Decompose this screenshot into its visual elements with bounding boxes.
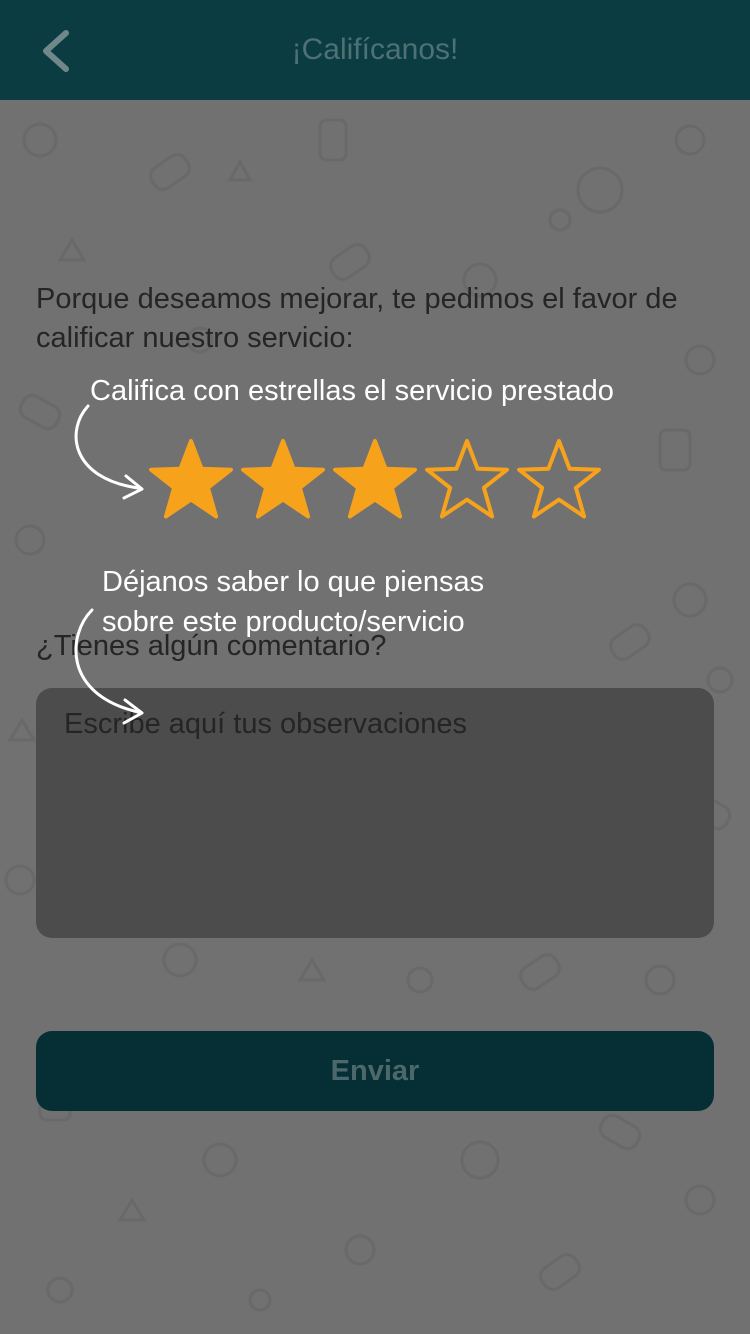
star-filled-icon[interactable] [237, 435, 329, 527]
header-bar: ¡Califícanos! [0, 0, 750, 100]
rating-screen: ¡Califícanos! Porque deseamos mejorar, t… [0, 0, 750, 1334]
star-empty-icon[interactable] [421, 435, 513, 527]
comment-hint-line-2: sobre este producto/servicio [102, 606, 465, 638]
send-button[interactable]: Enviar [36, 1031, 714, 1111]
back-button[interactable] [30, 26, 80, 76]
rating-hint-arrow-icon [74, 404, 144, 500]
star-filled-icon[interactable] [329, 435, 421, 527]
intro-text: Porque deseamos mejorar, te pedimos el f… [36, 283, 678, 354]
comment-hint: Déjanos saber lo que piensas sobre este … [102, 562, 484, 642]
star-rating [145, 435, 605, 527]
comment-hint-line-1: Déjanos saber lo que piensas [102, 566, 485, 598]
star-filled-icon[interactable] [145, 435, 237, 527]
page-title: ¡Califícanos! [291, 33, 459, 66]
star-empty-icon[interactable] [513, 435, 605, 527]
rating-hint: Califica con estrellas el servicio prest… [90, 375, 614, 407]
chevron-left-icon [43, 30, 69, 72]
comment-hint-arrow-icon [74, 608, 144, 725]
